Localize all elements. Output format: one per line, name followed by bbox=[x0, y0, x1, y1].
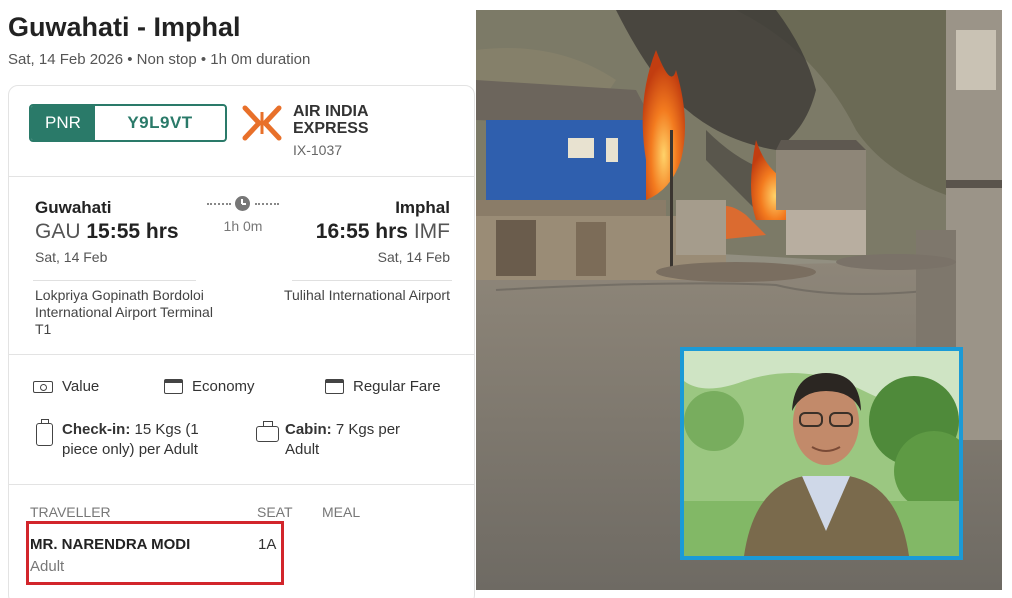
departure-time: GAU 15:55 hrs bbox=[35, 220, 179, 244]
departure-city: Guwahati bbox=[35, 198, 112, 217]
departure-airport: Lokpriya Gopinath Bordoloi International… bbox=[35, 287, 213, 337]
route-subtitle: Sat, 14 Feb 2026 • Non stop • 1h 0m dura… bbox=[8, 51, 311, 68]
checkin-label: Check-in: bbox=[62, 421, 131, 438]
arrival-airport: Tulihal International Airport bbox=[283, 287, 450, 303]
fare-feature-economy: Economy bbox=[164, 378, 255, 395]
meal-header: MEAL bbox=[322, 504, 361, 520]
pnr-label: PNR bbox=[31, 106, 95, 140]
calendar-icon bbox=[164, 379, 183, 394]
arrival-code: IMF bbox=[413, 220, 450, 243]
pnr-value: Y9L9VT bbox=[127, 113, 193, 132]
arrival-date: Sat, 14 Feb bbox=[377, 249, 450, 265]
divider bbox=[292, 280, 452, 281]
traveller-highlight-box bbox=[26, 521, 284, 585]
fare-feature-label: Value bbox=[62, 378, 100, 395]
fare-feature-regular: Regular Fare bbox=[325, 378, 441, 395]
air-india-express-logo-icon bbox=[242, 105, 282, 141]
departure-time-value: 15:55 hrs bbox=[86, 220, 179, 243]
portrait-illustration bbox=[684, 351, 959, 556]
cabin-bag-icon bbox=[256, 421, 279, 442]
flight-ticket-panel: Guwahati - Imphal Sat, 14 Feb 2026 • Non… bbox=[0, 0, 476, 598]
checkin-baggage: Check-in: 15 Kgs (1 piece only) per Adul… bbox=[62, 420, 232, 460]
arrival-time-value: 16:55 hrs bbox=[315, 220, 408, 243]
duration-indicator bbox=[207, 196, 279, 212]
clock-icon bbox=[235, 196, 250, 211]
divider bbox=[9, 484, 474, 485]
ticket-card: PNR Y9L9VT AIR INDIA EXPRESS IX-1037 Guw… bbox=[8, 85, 475, 598]
suitcase-icon bbox=[36, 419, 53, 446]
traveller-header: TRAVELLER bbox=[30, 504, 111, 520]
seat-header: SEAT bbox=[257, 504, 293, 520]
airline-name: AIR INDIA EXPRESS bbox=[293, 103, 369, 137]
money-icon bbox=[33, 380, 53, 393]
pnr-badge: PNR Y9L9VT bbox=[29, 104, 227, 142]
route-title: Guwahati - Imphal bbox=[8, 12, 241, 42]
calendar-icon bbox=[325, 379, 344, 394]
divider bbox=[9, 354, 474, 355]
departure-date: Sat, 14 Feb bbox=[35, 249, 108, 265]
cabin-baggage: Cabin: 7 Kgs per Adult bbox=[285, 420, 435, 460]
portrait-inset bbox=[680, 347, 963, 560]
fare-feature-label: Regular Fare bbox=[353, 378, 441, 395]
flight-duration: 1h 0m bbox=[223, 218, 263, 234]
flight-number: IX-1037 bbox=[293, 142, 343, 158]
divider bbox=[33, 280, 196, 281]
fare-feature-value: Value bbox=[33, 378, 99, 395]
cabin-label: Cabin: bbox=[285, 421, 332, 438]
departure-code: GAU bbox=[35, 220, 81, 243]
arrival-city: Imphal bbox=[395, 198, 450, 217]
arrival-time: 16:55 hrs IMF bbox=[316, 220, 450, 244]
fare-feature-label: Economy bbox=[192, 378, 255, 395]
divider bbox=[9, 176, 474, 177]
